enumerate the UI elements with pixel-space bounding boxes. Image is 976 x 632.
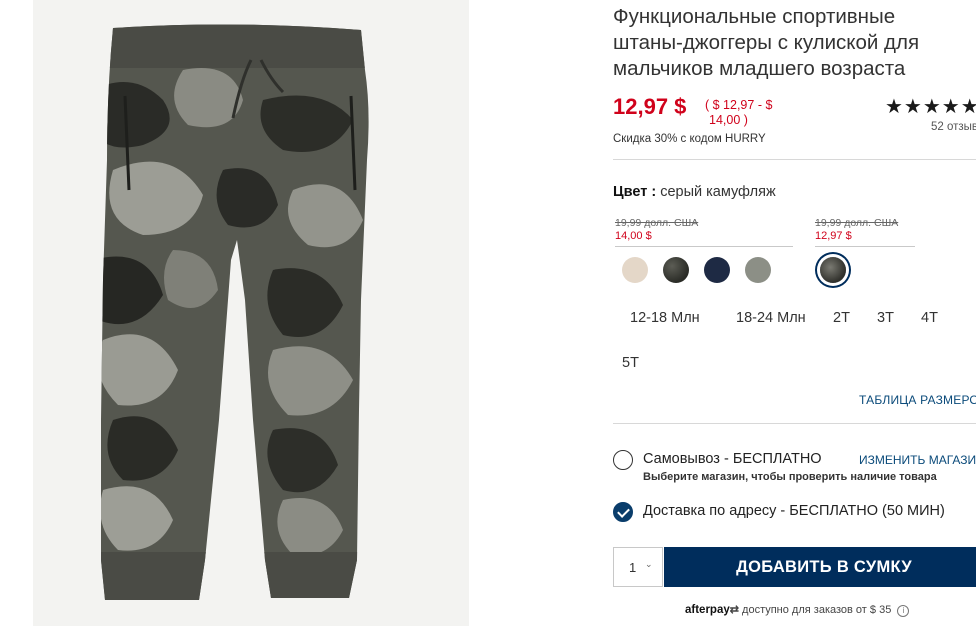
product-title: Функциональные спортивные штаны-джоггеры… <box>613 4 973 82</box>
delivery-radio[interactable] <box>613 502 633 522</box>
old-price: 19,99 долл. США <box>815 217 899 229</box>
price-range-line: 14,00 ) <box>709 113 748 127</box>
afterpay-logo: afterpay <box>685 604 730 616</box>
title-line: штаны-джоггеры с кулиской для <box>613 31 920 54</box>
promo-text: Скидка 30% с кодом HURRY <box>613 133 766 145</box>
size-option-4t[interactable]: 4T <box>921 310 938 326</box>
color-swatch-navy[interactable] <box>704 257 730 283</box>
product-info-panel: Функциональные спортивные штаны-джоггеры… <box>613 0 976 632</box>
price-range-line: ( $ 12,97 - $ <box>705 98 773 112</box>
afterpay-text: доступно для заказов от $ 35 <box>742 604 892 616</box>
review-count-link[interactable]: 52 отзыв <box>931 121 976 133</box>
color-value: серый камуфляж <box>660 184 776 200</box>
afterpay-message: afterpay⇄ доступно для заказов от $ 35 i <box>685 603 910 617</box>
old-price: 19,99 долл. США <box>615 217 699 229</box>
rating-stars[interactable]: ★★★★★ <box>885 94 976 119</box>
group-divider <box>615 246 793 247</box>
color-selection-label: Цвет : серый камуфляж <box>613 184 776 200</box>
product-image[interactable] <box>33 0 469 626</box>
size-chart-link[interactable]: ТАБЛИЦА РАЗМЕРОВ <box>859 393 976 407</box>
group-divider <box>815 246 915 247</box>
size-option-12-18m[interactable]: 12-18 Млн <box>630 310 700 326</box>
price-group-2: 19,99 долл. США 12,97 $ <box>815 217 915 247</box>
camo-pants-image <box>101 24 369 600</box>
price-range: ( $ 12,97 - $ 14,00 ) <box>705 98 801 128</box>
delivery-option-label[interactable]: Доставка по адресу - БЕСПЛАТНО (50 МИН) <box>643 503 945 519</box>
chevron-down-icon: ⌄ <box>645 559 653 569</box>
color-swatch-gray-camo[interactable] <box>820 257 846 283</box>
add-to-bag-button[interactable]: ДОБАВИТЬ В СУМКУ <box>664 547 976 587</box>
group-price: 12,97 $ <box>815 230 852 242</box>
quantity-select[interactable]: 1 ⌄ <box>613 547 663 587</box>
divider <box>613 159 976 160</box>
info-icon[interactable]: i <box>897 605 910 617</box>
size-option-3t[interactable]: 3T <box>877 310 894 326</box>
afterpay-arrows-icon: ⇄ <box>729 604 739 616</box>
price-group-1: 19,99 долл. США 14,00 $ <box>615 217 793 247</box>
pickup-option-label[interactable]: Самовывоз - БЕСПЛАТНО <box>643 451 822 467</box>
pickup-radio[interactable] <box>613 450 633 470</box>
size-option-5t[interactable]: 5T <box>622 355 639 371</box>
color-swatch-olive-camo[interactable] <box>663 257 689 283</box>
color-label: Цвет : <box>613 184 657 200</box>
title-line: Функциональные спортивные <box>613 5 896 28</box>
color-swatch-cream[interactable] <box>622 257 648 283</box>
size-option-2t[interactable]: 2T <box>833 310 850 326</box>
title-line: мальчиков младшего возраста <box>613 57 906 80</box>
size-option-18-24m[interactable]: 18-24 Млн <box>736 310 806 326</box>
change-store-link[interactable]: ИЗМЕНИТЬ МАГАЗИН <box>859 453 976 467</box>
sale-price: 12,97 $ <box>613 94 687 119</box>
pickup-note: Выберите магазин, чтобы проверить наличи… <box>643 471 937 483</box>
group-price: 14,00 $ <box>615 230 652 242</box>
color-swatch-heather-gray[interactable] <box>745 257 771 283</box>
divider <box>613 423 976 424</box>
quantity-value: 1 <box>629 560 637 575</box>
